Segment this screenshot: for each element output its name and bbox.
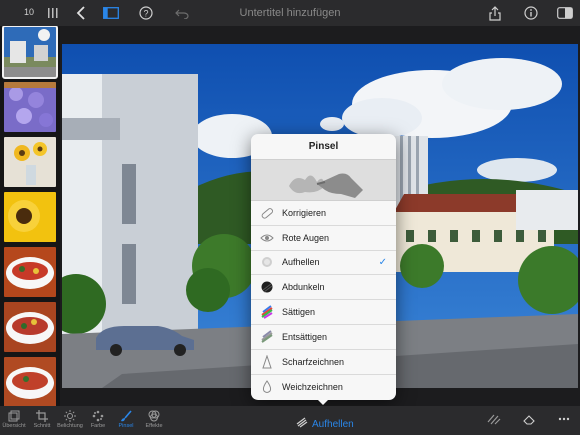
tool-label: Farbe (90, 423, 106, 429)
tool-schnitt[interactable]: Schnitt (29, 409, 55, 433)
brush-item-label: Weichzeichnen (282, 381, 343, 392)
filmstrip[interactable] (0, 26, 60, 406)
popover-title: Pinsel (308, 141, 339, 152)
tool-label: Pinsel (118, 423, 134, 429)
active-brush-label: Aufhellen (312, 418, 354, 430)
brush-item-rote-augen[interactable]: Rote Augen (251, 226, 396, 251)
eraser-button[interactable] (516, 412, 542, 435)
brush-item-aufhellen[interactable]: Aufhellen ✓ (251, 251, 396, 276)
tool-farbe[interactable]: Farbe (85, 409, 111, 433)
top-toolbar: 10 ? Untertitel hinzufügen (0, 0, 580, 26)
tool-label: Effekte (145, 423, 163, 429)
crop-icon (29, 409, 55, 422)
thumbnail-salad-bowl-3[interactable] (4, 357, 56, 406)
brush-item-label: Rote Augen (282, 232, 330, 243)
thumbnail-salad-bowl-2[interactable] (4, 302, 56, 352)
compare-toggle-icon[interactable] (556, 4, 574, 22)
more-options-button[interactable] (551, 412, 577, 435)
blur-drop-icon (260, 380, 274, 394)
tool-label: Schnitt (33, 423, 51, 429)
brush-popover: Pinsel Korrigieren Rote Augen Aufhellen … (251, 134, 396, 400)
color-icon (85, 409, 111, 422)
brush-item-saettigen[interactable]: Sättigen (251, 300, 396, 325)
strokes-overlay-icon (481, 412, 507, 425)
brush-item-label: Sättigen (282, 307, 316, 318)
tool-label: Übersicht (2, 423, 26, 429)
checkmark-icon: ✓ (378, 256, 387, 268)
hand-brush-illustration-icon (289, 173, 363, 198)
popover-arrow (316, 398, 330, 405)
brush-strokes-toggle[interactable] (481, 412, 507, 435)
brush-icon (113, 409, 139, 422)
overview-icon (1, 409, 27, 422)
photo-editor-window: 10 ? Untertitel hinzufügen Pinsel Korrig… (0, 0, 580, 435)
brush-item-label: Aufhellen (282, 257, 320, 268)
tool-pinsel[interactable]: Pinsel (113, 409, 139, 433)
lighten-brush-icon (260, 255, 274, 269)
brush-item-korrigieren[interactable]: Korrigieren (251, 201, 396, 226)
brush-item-abdunkeln[interactable]: Abdunkeln (251, 275, 396, 301)
thumbnail-building[interactable] (2, 26, 58, 79)
lighten-brush-icon (296, 415, 308, 433)
eye-icon (260, 231, 274, 245)
effects-icon (141, 409, 167, 422)
brush-item-label: Scharfzeichnen (282, 356, 345, 367)
exposure-icon (57, 409, 83, 422)
share-icon[interactable] (486, 4, 504, 22)
thumbnail-sunflowers-vase[interactable] (4, 137, 56, 187)
active-brush-selector[interactable]: Aufhellen (296, 415, 354, 433)
desaturate-brush-icon (260, 330, 274, 344)
thumbnail-salad-bowl-1[interactable] (4, 247, 56, 297)
more-dots-icon (551, 412, 577, 425)
tool-label: Belichtung (57, 423, 83, 429)
saturate-brush-icon (260, 305, 274, 319)
brush-item-scharfzeichnen[interactable]: Scharfzeichnen (251, 350, 396, 375)
eraser-icon (516, 412, 542, 425)
darken-brush-icon (260, 280, 274, 294)
brush-item-label: Abdunkeln (282, 282, 325, 293)
thumbnail-purple-flowers[interactable] (4, 82, 56, 132)
brush-item-label: Entsättigen (282, 331, 328, 342)
brush-gesture-hint (251, 159, 396, 201)
tool-uebersicht[interactable]: Übersicht (1, 409, 27, 433)
bottom-toolbar: Übersicht Schnitt Belichtung Farbe Pinse… (0, 406, 580, 435)
tool-effekte[interactable]: Effekte (141, 409, 167, 433)
tool-belichtung[interactable]: Belichtung (57, 409, 83, 433)
thumbnail-sunflower-closeup[interactable] (4, 192, 56, 242)
brush-item-entsaettigen[interactable]: Entsättigen (251, 325, 396, 350)
bandage-icon (260, 206, 274, 220)
sharpen-icon (260, 354, 274, 369)
brush-item-weichzeichnen[interactable]: Weichzeichnen (251, 375, 396, 400)
brush-list: Korrigieren Rote Augen Aufhellen ✓ Abdun… (251, 201, 396, 399)
brush-item-label: Korrigieren (282, 207, 327, 218)
info-icon[interactable] (522, 4, 540, 22)
